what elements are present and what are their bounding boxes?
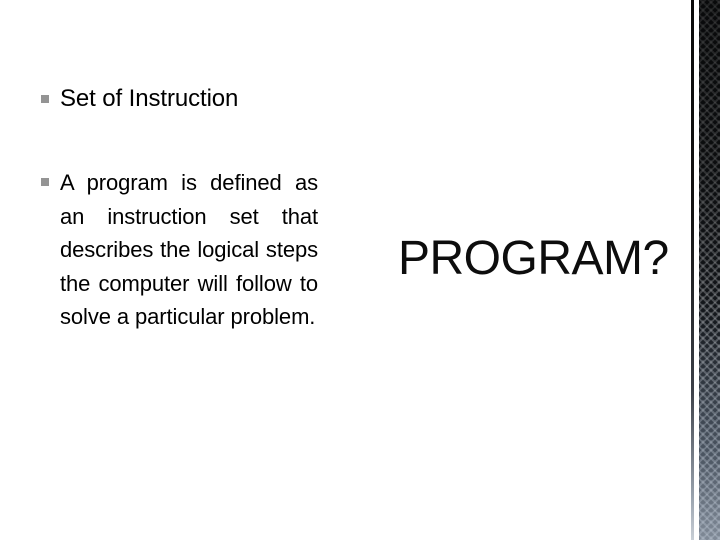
- bullet-paragraph-text: A program is defined as an instruction s…: [60, 170, 318, 329]
- edge-mesh-tint-overlay: [699, 0, 720, 540]
- right-edge-decoration: [688, 0, 720, 540]
- left-content-column: Set of Instruction A program is defined …: [40, 84, 318, 334]
- bullet-item-heading: Set of Instruction: [40, 84, 318, 114]
- square-bullet-icon: [41, 95, 49, 103]
- bullet-heading-text: Set of Instruction: [60, 85, 239, 112]
- callout-word: PROGRAM?: [398, 232, 669, 285]
- bullet-item-paragraph: A program is defined as an instruction s…: [40, 166, 318, 334]
- square-bullet-icon: [41, 178, 49, 186]
- slide-canvas: Set of Instruction A program is defined …: [0, 0, 720, 540]
